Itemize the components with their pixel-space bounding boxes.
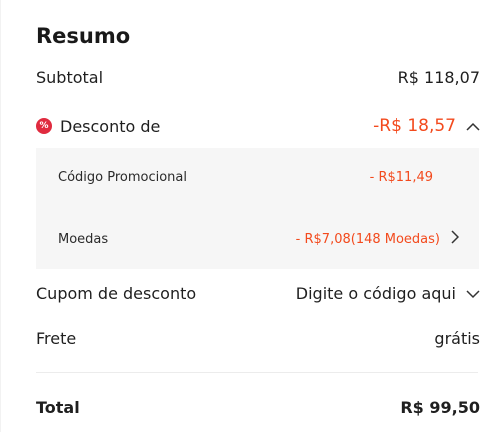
shipping-row: Frete grátis xyxy=(36,329,480,348)
promo-code-value: - R$11,49 xyxy=(369,170,433,185)
total-label: Total xyxy=(36,398,80,417)
shipping-value: grátis xyxy=(434,329,480,348)
shipping-label: Frete xyxy=(36,329,77,348)
discount-value: -R$ 18,57 xyxy=(373,116,456,136)
coupon-label: Cupom de desconto xyxy=(36,284,197,303)
discount-toggle-row[interactable]: % Desconto de -R$ 18,57 xyxy=(36,116,480,136)
coupon-code-placeholder[interactable]: Digite o código aqui xyxy=(296,284,456,303)
coupon-input-group[interactable]: Digite o código aqui xyxy=(296,284,480,303)
subtotal-value: R$ 118,07 xyxy=(397,68,480,87)
total-value: R$ 99,50 xyxy=(400,398,480,417)
discount-details-panel: Código Promocional - R$11,49 Moedas - R$… xyxy=(36,148,479,269)
subtotal-label: Subtotal xyxy=(36,68,104,87)
coins-value: - R$7,08(148 Moedas) xyxy=(295,231,440,247)
coins-value-group: - R$7,08(148 Moedas) xyxy=(295,230,460,248)
chevron-down-icon[interactable] xyxy=(466,284,480,303)
divider xyxy=(36,372,478,373)
discount-label: Desconto de xyxy=(60,116,161,136)
discount-label-group: % Desconto de xyxy=(36,117,160,136)
promo-code-row: Código Promocional - R$11,49 xyxy=(58,170,459,185)
chevron-right-icon[interactable] xyxy=(450,230,460,248)
coins-label: Moedas xyxy=(58,231,109,247)
coins-row[interactable]: Moedas - R$7,08(148 Moedas) xyxy=(58,230,460,248)
total-row: Total R$ 99,50 xyxy=(36,398,480,417)
chevron-up-icon[interactable] xyxy=(466,117,480,136)
coupon-row[interactable]: Cupom de desconto Digite o código aqui xyxy=(36,284,480,303)
promo-code-label: Código Promocional xyxy=(58,170,188,185)
discount-value-group: -R$ 18,57 xyxy=(373,116,480,136)
order-summary-card: Resumo Subtotal R$ 118,07 % Desconto de … xyxy=(0,0,500,432)
discount-percent-icon: % xyxy=(36,118,52,134)
subtotal-row: Subtotal R$ 118,07 xyxy=(36,68,480,87)
summary-title: Resumo xyxy=(36,24,131,48)
